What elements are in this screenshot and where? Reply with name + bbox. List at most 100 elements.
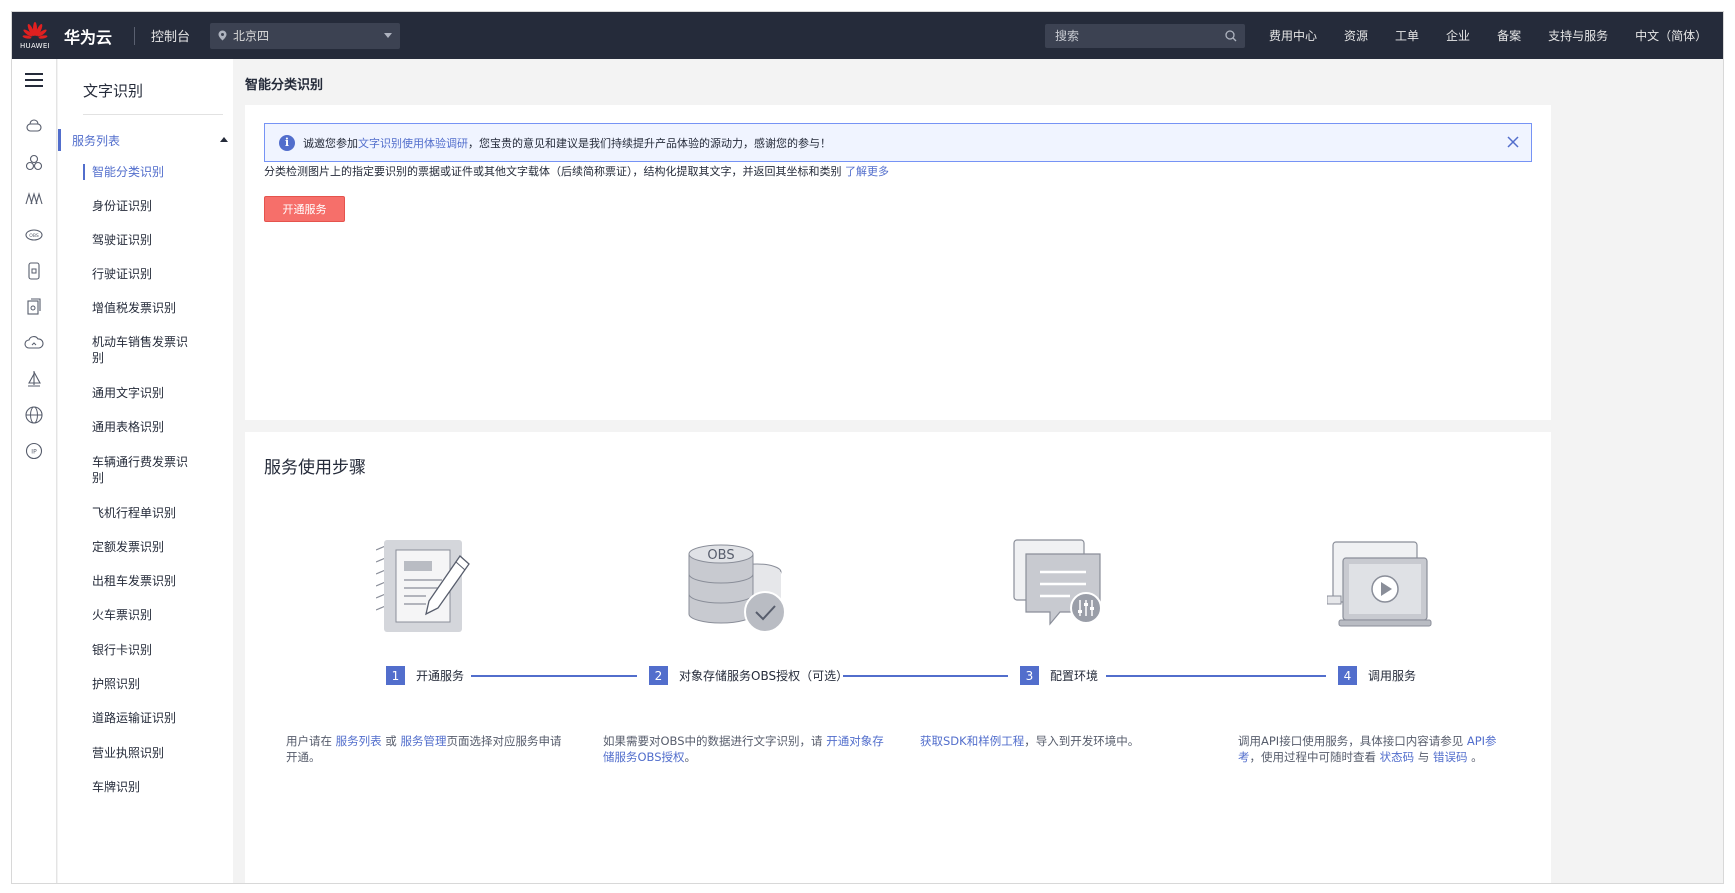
- nav-enterprise[interactable]: 企业: [1446, 27, 1470, 44]
- sidebar-item-passport[interactable]: 护照识别: [83, 676, 193, 692]
- steps-title: 服务使用步骤: [264, 458, 366, 478]
- globe-icon[interactable]: [24, 405, 44, 425]
- step-4: 4 调用服务: [1338, 666, 1416, 685]
- step-number: 1: [386, 666, 405, 685]
- close-icon[interactable]: [1507, 136, 1519, 148]
- step-label: 开通服务: [416, 669, 465, 683]
- step-3: 3 配置环境: [1020, 666, 1098, 685]
- ip-icon[interactable]: IP: [24, 441, 44, 461]
- svg-text:OBS: OBS: [29, 233, 39, 239]
- step-number: 2: [649, 666, 668, 685]
- brand-name[interactable]: 华为云: [64, 24, 112, 48]
- sail-icon[interactable]: [24, 369, 44, 389]
- step-connector: [1106, 675, 1326, 677]
- survey-link[interactable]: 文字识别使用体验调研: [358, 135, 468, 151]
- step-2-description: 如果需要对OBS中的数据进行文字识别，请 开通对象存储服务OBS授权。: [603, 733, 888, 765]
- storage-icon[interactable]: OBS: [24, 225, 44, 245]
- service-rail: OBS IP: [12, 59, 57, 883]
- search-input[interactable]: [1055, 29, 1215, 43]
- service-description: 分类检测图片上的指定要识别的票据或证件或其他文字载体（后续简称票证），结构化提取…: [264, 163, 889, 179]
- video-laptop-illustration: [1327, 541, 1432, 627]
- page-title: 智能分类识别: [245, 78, 324, 93]
- sidebar-item-license-plate[interactable]: 车牌识别: [83, 779, 193, 795]
- description-text: 分类检测图片上的指定要识别的票据或证件或其他文字载体（后续简称票证），结构化提取…: [264, 165, 842, 178]
- top-bar: HUAWEI 华为云 控制台 北京四 费用中心 资源 工单 企业 备案 支: [12, 12, 1723, 59]
- step-2: 2 对象存储服务OBS授权（可选）: [649, 666, 848, 685]
- overview-card: i 诚邀您参加 文字识别使用体验调研 ，您宝贵的意见和建议是我们持续提升产品体验的源…: [245, 105, 1551, 420]
- sidebar-item-bank-card[interactable]: 银行卡识别: [83, 642, 193, 658]
- chevron-down-icon: [384, 32, 393, 38]
- sidebar-title: 文字识别: [83, 82, 144, 100]
- sidebar-item-auto-classify[interactable]: 智能分类识别: [83, 164, 193, 180]
- sidebar-item-quota-invoice[interactable]: 定额发票识别: [83, 539, 193, 555]
- main-content: 智能分类识别 i 诚邀您参加 文字识别使用体验调研 ，您宝贵的意见和建议是我们持续提…: [233, 59, 1723, 883]
- status-code-link[interactable]: 状态码: [1380, 750, 1415, 764]
- huawei-logo-icon: [22, 21, 48, 39]
- info-icon: i: [279, 134, 295, 151]
- sidebar-item-train-ticket[interactable]: 火车票识别: [83, 607, 193, 623]
- divider: [134, 26, 136, 45]
- nav-language[interactable]: 中文（简体）: [1635, 27, 1707, 44]
- network-icon[interactable]: [24, 189, 44, 209]
- huawei-logo[interactable]: HUAWEI: [12, 12, 58, 59]
- survey-notice: i 诚邀您参加 文字识别使用体验调研 ，您宝贵的意见和建议是我们持续提升产品体验的源…: [264, 123, 1532, 162]
- error-code-link[interactable]: 错误码: [1433, 750, 1468, 764]
- sidebar-item-flight-itinerary[interactable]: 飞机行程单识别: [83, 505, 193, 521]
- menu-icon[interactable]: [25, 73, 43, 87]
- nav-icp[interactable]: 备案: [1497, 27, 1521, 44]
- location-pin-icon: [218, 30, 227, 41]
- document-icon[interactable]: [24, 297, 44, 317]
- sidebar-item-vat-invoice[interactable]: 增值税发票识别: [83, 300, 193, 316]
- notice-text-before: 诚邀您参加: [303, 136, 358, 150]
- search-icon[interactable]: [1225, 30, 1237, 42]
- ocr-sidebar: 文字识别 服务列表 智能分类识别 身份证识别 驾驶证识别 行驶证识别 增值税发票…: [58, 59, 263, 883]
- desc-text: 或: [381, 734, 401, 748]
- desc-text: 与: [1414, 750, 1433, 764]
- notice-text-after: ，您宝贵的意见和建议是我们持续提升产品体验的源动力，感谢您的参与！: [468, 136, 831, 150]
- open-service-button[interactable]: 开通服务: [264, 196, 345, 222]
- step-connector: [843, 675, 1008, 677]
- service-management-link[interactable]: 服务管理: [400, 734, 446, 748]
- nav-tickets[interactable]: 工单: [1395, 27, 1419, 44]
- service-list-link[interactable]: 服务列表: [336, 734, 382, 748]
- sidebar-item-vehicle-license[interactable]: 行驶证识别: [83, 266, 193, 282]
- search-box[interactable]: [1045, 24, 1245, 48]
- step-connector: [471, 675, 637, 677]
- console-link[interactable]: 控制台: [151, 26, 190, 45]
- step-label: 对象存储服务OBS授权（可选）: [679, 669, 849, 683]
- database-icon[interactable]: [24, 261, 44, 281]
- step-number: 3: [1020, 666, 1039, 685]
- service-list-label: 服务列表: [72, 133, 121, 148]
- sidebar-item-id-card[interactable]: 身份证识别: [83, 198, 193, 214]
- chevron-up-icon: [220, 137, 228, 142]
- svg-text:IP: IP: [31, 449, 37, 456]
- sidebar-item-general-text[interactable]: 通用文字识别: [83, 385, 193, 401]
- cluster-icon[interactable]: [24, 153, 44, 173]
- step-label: 调用服务: [1368, 669, 1417, 683]
- sidebar-item-general-table[interactable]: 通用表格识别: [83, 419, 193, 435]
- nav-billing[interactable]: 费用中心: [1269, 27, 1317, 44]
- sidebar-item-business-license[interactable]: 营业执照识别: [83, 745, 193, 761]
- desc-text: 用户请在: [286, 734, 336, 748]
- sidebar-item-driver-license[interactable]: 驾驶证识别: [83, 232, 193, 248]
- service-list-group[interactable]: 服务列表: [58, 129, 228, 151]
- sidebar-item-taxi-invoice[interactable]: 出租车发票识别: [83, 573, 193, 589]
- usage-steps-card: 服务使用步骤 OBS 1 开通服务 2 对象存储服务OBS授权（可选） 3 配置…: [245, 432, 1551, 883]
- step-1-description: 用户请在 服务列表 或 服务管理页面选择对应服务申请开通。: [286, 733, 571, 765]
- desc-text: ，导入到开发环境中。: [1024, 734, 1140, 748]
- learn-more-link[interactable]: 了解更多: [845, 165, 889, 178]
- cloud-server-icon[interactable]: [24, 117, 44, 137]
- document-pen-illustration: [376, 540, 470, 632]
- cloud-icon[interactable]: [24, 333, 44, 353]
- sidebar-item-vehicle-sales-invoice[interactable]: 机动车销售发票识别: [83, 334, 193, 366]
- nav-resources[interactable]: 资源: [1344, 27, 1368, 44]
- sidebar-item-road-transport[interactable]: 道路运输证识别: [83, 710, 193, 726]
- region-selector[interactable]: 北京四: [210, 22, 401, 49]
- divider: [83, 114, 223, 115]
- sidebar-item-toll-invoice[interactable]: 车辆通行费发票识别: [83, 454, 193, 486]
- sdk-download-link[interactable]: 获取SDK和样例工程: [920, 734, 1024, 748]
- desc-text: 调用API接口使用服务，具体接口内容请参见: [1238, 734, 1467, 748]
- obs-database-illustration: OBS: [688, 544, 786, 633]
- desc-text: 。: [1467, 750, 1483, 764]
- nav-support[interactable]: 支持与服务: [1548, 27, 1608, 44]
